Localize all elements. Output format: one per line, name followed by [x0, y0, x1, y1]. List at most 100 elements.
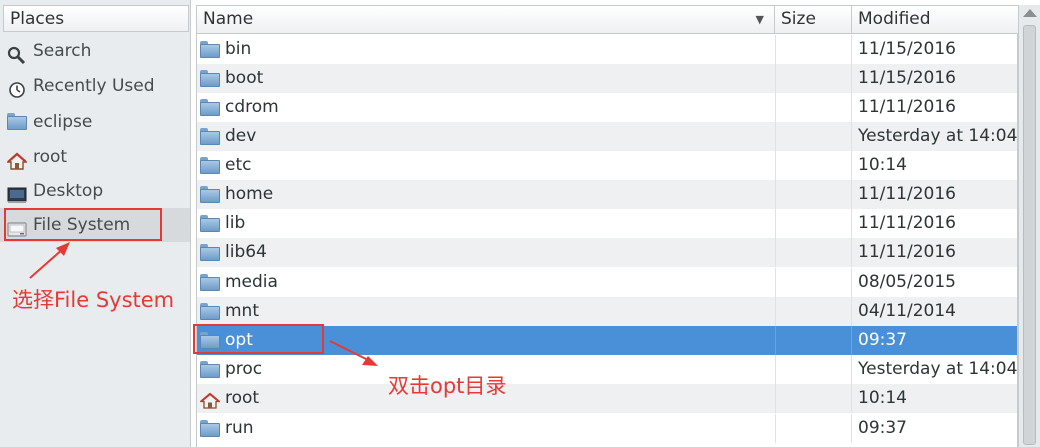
file-name: proc	[225, 359, 263, 379]
file-row-root[interactable]: root 10:14	[197, 384, 1017, 413]
file-name: home	[225, 184, 274, 204]
folder-icon	[200, 274, 220, 291]
file-row-etc[interactable]: etc 10:14	[197, 151, 1017, 180]
file-size	[775, 297, 852, 326]
places-header: Places	[3, 5, 189, 32]
column-header-modified[interactable]: Modified	[852, 6, 1018, 34]
file-modified: 11/15/2016	[858, 68, 956, 88]
place-root[interactable]: root	[0, 140, 190, 174]
column-header-size[interactable]: Size	[775, 6, 852, 34]
file-row-boot[interactable]: boot 11/15/2016	[197, 64, 1017, 93]
folder-icon	[200, 186, 220, 203]
place-desktop[interactable]: Desktop	[0, 174, 190, 208]
file-name: dev	[225, 126, 257, 146]
column-header-label: Name	[203, 9, 254, 29]
file-size	[775, 384, 852, 413]
file-size	[775, 414, 852, 443]
file-name: bin	[225, 39, 252, 59]
column-header-label: Size	[781, 9, 816, 29]
place-search[interactable]: Search	[0, 34, 190, 68]
folder-icon	[200, 41, 220, 58]
file-name: lib	[225, 213, 246, 233]
file-name: mnt	[225, 301, 259, 321]
place-label: Desktop	[33, 181, 104, 201]
search-icon	[7, 42, 27, 65]
place-recently-used[interactable]: Recently Used	[0, 69, 190, 103]
file-size	[775, 268, 852, 297]
folder-icon	[200, 70, 220, 87]
file-size	[775, 151, 852, 180]
file-modified: 11/11/2016	[858, 184, 956, 204]
file-modified: 11/11/2016	[858, 213, 956, 233]
file-row-home[interactable]: home 11/11/2016	[197, 180, 1017, 209]
file-name: boot	[225, 68, 264, 88]
file-row-lib[interactable]: lib 11/11/2016	[197, 209, 1017, 238]
folder-icon	[200, 99, 220, 116]
file-modified: 09:37	[858, 330, 907, 350]
file-size	[775, 355, 852, 384]
file-modified: 10:14	[858, 388, 907, 408]
file-size	[775, 209, 852, 238]
vertical-scrollbar[interactable]	[1018, 5, 1040, 447]
place-label: root	[33, 147, 68, 167]
annotation-highlight-opt	[193, 324, 324, 354]
folder-icon	[200, 244, 220, 261]
home-icon	[6, 148, 28, 170]
file-size	[775, 35, 852, 64]
folder-icon	[200, 303, 220, 320]
file-name: run	[225, 418, 254, 438]
file-size	[775, 326, 852, 355]
file-name: cdrom	[225, 97, 279, 117]
scroll-up-arrow-icon[interactable]	[1023, 9, 1037, 17]
place-label: eclipse	[33, 112, 93, 132]
folder-icon	[7, 113, 27, 131]
folder-icon	[200, 157, 220, 174]
file-row-mnt[interactable]: mnt 04/11/2014	[197, 297, 1017, 326]
file-name: root	[225, 388, 260, 408]
file-modified: 09:37	[858, 418, 907, 438]
scrollbar-thumb[interactable]	[1023, 25, 1036, 445]
annotation-select-file-system: 选择File System	[12, 288, 175, 312]
file-modified: Yesterday at 14:04	[858, 126, 1018, 146]
file-row-dev[interactable]: dev Yesterday at 14:04	[197, 122, 1017, 151]
file-name: media	[225, 272, 278, 292]
folder-icon	[200, 128, 220, 145]
annotation-double-click-opt: 双击opt目录	[388, 374, 507, 398]
column-header-label: Modified	[858, 9, 931, 29]
desktop-icon	[7, 182, 27, 203]
file-row-cdrom[interactable]: cdrom 11/11/2016	[197, 93, 1017, 122]
home-icon	[199, 390, 221, 409]
sort-descending-icon: ▼	[755, 13, 764, 26]
file-modified: 11/15/2016	[858, 39, 956, 59]
file-size	[775, 180, 852, 209]
file-size	[775, 93, 852, 122]
file-modified: 04/11/2014	[858, 301, 956, 321]
file-name: lib64	[225, 242, 267, 262]
file-size	[775, 64, 852, 93]
place-label: Recently Used	[33, 76, 155, 96]
column-header-name[interactable]: Name ▼	[197, 6, 775, 34]
file-name: etc	[225, 155, 252, 175]
file-row-bin[interactable]: bin 11/15/2016	[197, 35, 1017, 64]
annotation-highlight-file-system	[4, 208, 162, 241]
folder-icon	[200, 420, 220, 437]
folder-icon	[200, 361, 220, 378]
file-row-lib64[interactable]: lib64 11/11/2016	[197, 238, 1017, 267]
file-modified: 08/05/2015	[858, 272, 956, 292]
file-size	[775, 238, 852, 267]
file-list: Name ▼ Size Modified bin 11/15/2016 boot…	[196, 5, 1018, 447]
annotation-arrow-icon	[329, 340, 378, 366]
file-size	[775, 122, 852, 151]
file-modified: 10:14	[858, 155, 907, 175]
place-eclipse[interactable]: eclipse	[0, 105, 190, 139]
file-modified: 11/11/2016	[858, 97, 956, 117]
folder-icon	[200, 215, 220, 232]
file-modified: Yesterday at 14:04	[858, 359, 1018, 379]
file-modified: 11/11/2016	[858, 242, 956, 262]
file-row-proc[interactable]: proc Yesterday at 14:04	[197, 355, 1017, 384]
file-row-media[interactable]: media 08/05/2015	[197, 268, 1017, 297]
annotation-arrow-icon	[29, 242, 70, 279]
file-row-run[interactable]: run 09:37	[197, 414, 1017, 443]
recent-icon	[7, 77, 27, 98]
place-label: Search	[33, 41, 92, 61]
